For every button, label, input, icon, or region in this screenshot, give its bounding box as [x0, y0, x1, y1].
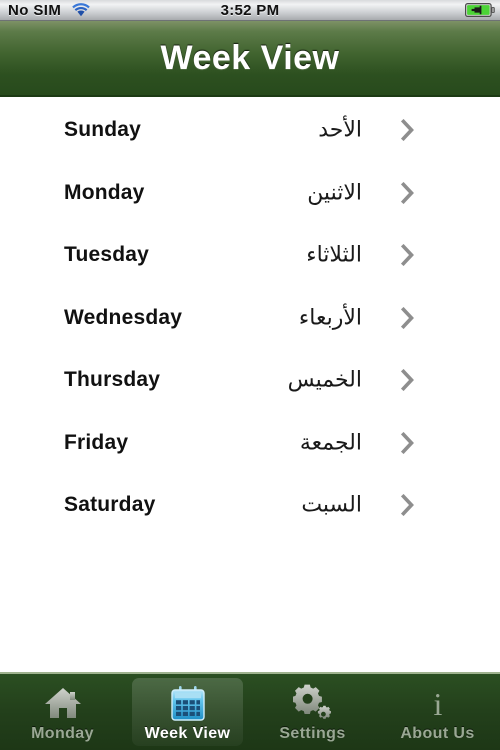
gears-icon: [292, 684, 333, 722]
tab-label: Monday: [31, 725, 94, 742]
list-item-sunday[interactable]: Sunday الأحد: [0, 99, 500, 162]
day-name-english: Monday: [64, 180, 145, 204]
clock-label: 3:52 PM: [220, 1, 280, 19]
day-name-english: Tuesday: [64, 243, 150, 267]
app-root: No SIM 3:52 PM Week View Sunday الأحد Mo…: [0, 0, 500, 750]
tab-label: Week View: [144, 725, 231, 742]
tab-label: About Us: [400, 725, 475, 742]
info-icon-svg: i: [433, 686, 442, 722]
page-title: Week View: [160, 38, 340, 77]
week-day-list: Sunday الأحد Monday الاثنين Tuesday الثل…: [0, 99, 500, 672]
battery-icon-svg: [465, 3, 495, 17]
tab-label: Settings: [279, 725, 346, 742]
chevron-right-icon: [400, 244, 416, 267]
chevron-right-icon: [400, 494, 416, 517]
chevron-right-icon: [400, 431, 416, 454]
battery-charging-icon: [465, 3, 495, 17]
navigation-bar: Week View: [0, 21, 500, 97]
day-name-english: Sunday: [64, 118, 142, 142]
home-icon-svg: [44, 688, 81, 718]
list-item-wednesday[interactable]: Wednesday الأربعاء: [0, 287, 500, 350]
day-name-english: Wednesday: [64, 305, 183, 329]
calendar-icon-svg: [170, 686, 205, 721]
info-icon: i: [418, 684, 458, 722]
tab-about-us[interactable]: i About Us: [375, 674, 500, 750]
day-name-english: Thursday: [64, 368, 161, 392]
day-name-arabic: الاثنين: [307, 180, 362, 206]
day-name-arabic: الجمعة: [299, 430, 362, 456]
tab-bar: Monday Week View Settings i About Us: [0, 672, 500, 750]
status-bar-right: [465, 3, 495, 17]
list-item-saturday[interactable]: Saturday السبت: [0, 474, 500, 537]
tab-week-view[interactable]: Week View: [125, 674, 250, 750]
day-name-english: Saturday: [64, 493, 156, 517]
day-name-arabic: الأحد: [318, 117, 362, 143]
day-name-arabic: الأربعاء: [298, 305, 362, 331]
list-item-thursday[interactable]: Thursday الخميس: [0, 349, 500, 412]
day-name-arabic: السبت: [301, 492, 362, 518]
home-icon: [43, 684, 83, 722]
chevron-right-icon: [400, 369, 416, 392]
list-item-friday[interactable]: Friday الجمعة: [0, 412, 500, 475]
gears-icon-svg: [292, 684, 331, 719]
chevron-right-icon: [400, 181, 416, 204]
chevron-right-icon: [400, 119, 416, 142]
list-item-tuesday[interactable]: Tuesday الثلاثاء: [0, 224, 500, 287]
status-bar: No SIM 3:52 PM: [0, 0, 500, 21]
day-name-arabic: الثلاثاء: [306, 242, 362, 268]
calendar-icon: [168, 684, 208, 722]
tab-settings[interactable]: Settings: [250, 674, 375, 750]
tab-monday[interactable]: Monday: [0, 674, 125, 750]
svg-text:i: i: [433, 686, 442, 722]
chevron-right-icon: [400, 306, 416, 329]
day-name-arabic: الخميس: [287, 367, 362, 393]
day-name-english: Friday: [64, 430, 129, 454]
list-item-monday[interactable]: Monday الاثنين: [0, 162, 500, 225]
